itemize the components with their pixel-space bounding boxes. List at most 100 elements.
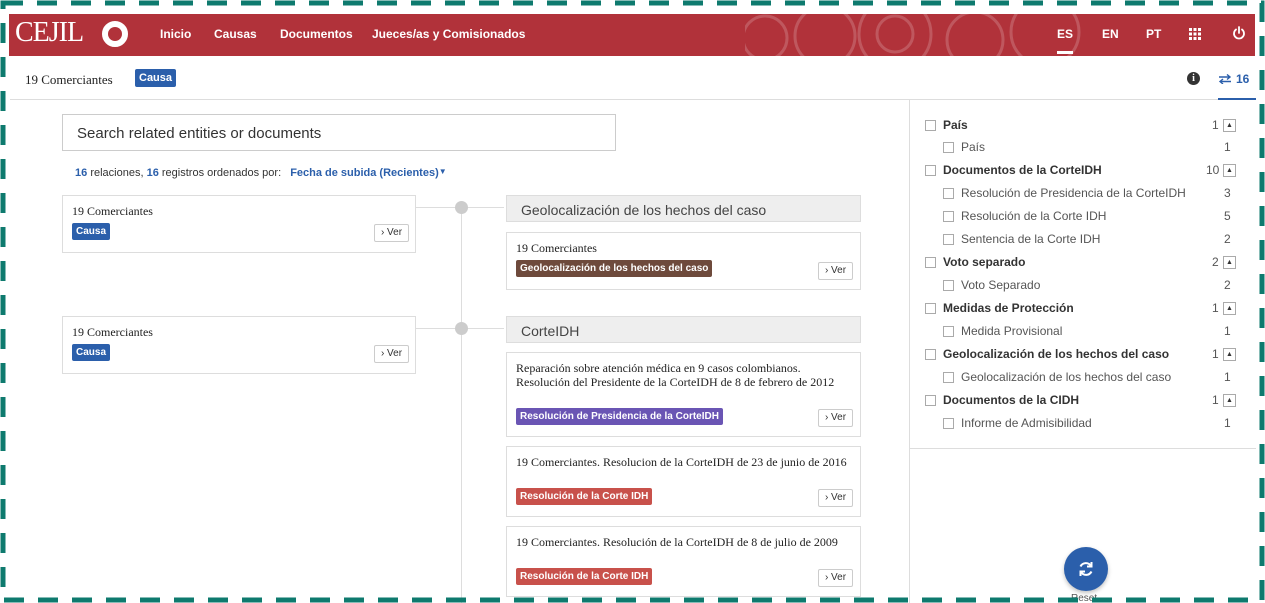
- filter-label: Resolución de la Corte IDH: [961, 209, 1107, 223]
- caret-down-icon: ▼: [438, 167, 447, 176]
- filter-count: 10: [1206, 163, 1220, 177]
- power-icon[interactable]: [1232, 26, 1246, 40]
- relations-main: Search related entities or documents 16 …: [10, 100, 909, 603]
- filter-checkbox[interactable]: [925, 349, 936, 360]
- filter-informe-admisibilidad[interactable]: Informe de Admisibilidad: [943, 416, 1203, 432]
- ver-label: Ver: [831, 492, 847, 503]
- filter-resolucion-corte[interactable]: Resolución de la Corte IDH: [943, 209, 1203, 225]
- filter-sentencia[interactable]: Sentencia de la Corte IDH: [943, 232, 1203, 248]
- nav-documentos[interactable]: Documentos: [280, 27, 353, 41]
- filter-checkbox[interactable]: [925, 303, 936, 314]
- card-title: 19 Comerciantes. Resolucion de la CorteI…: [516, 455, 847, 469]
- filter-label: Voto Separado: [961, 278, 1041, 292]
- filter-count: 1: [1212, 393, 1219, 407]
- ver-button[interactable]: › Ver: [374, 224, 409, 242]
- causa-tag: Causa: [72, 223, 111, 240]
- filter-voto-separado-child[interactable]: Voto Separado: [943, 278, 1203, 294]
- document-type-tag: Geolocalización de los hechos del caso: [516, 260, 713, 277]
- filter-documentos-corteidh[interactable]: Documentos de la CorteIDH: [925, 163, 1225, 179]
- filter-geolocalizacion-child[interactable]: Geolocalización de los hechos del caso: [943, 370, 1203, 386]
- card-title: 19 Comerciantes: [72, 325, 153, 339]
- filter-checkbox[interactable]: [943, 280, 954, 291]
- filter-checkbox[interactable]: [943, 372, 954, 383]
- reset-button[interactable]: [1064, 547, 1108, 591]
- filter-count: 5: [1224, 209, 1231, 223]
- collapse-toggle-icon[interactable]: ▲: [1223, 119, 1236, 132]
- ver-button[interactable]: › Ver: [374, 345, 409, 363]
- lang-pt[interactable]: PT: [1146, 27, 1161, 41]
- filter-checkbox[interactable]: [925, 395, 936, 406]
- connector-trunk: [461, 207, 462, 603]
- logo-seal-icon: [102, 21, 128, 47]
- document-card: 19 Comerciantes. Resolución de la CorteI…: [506, 526, 861, 597]
- filter-medida-provisional[interactable]: Medida Provisional: [943, 324, 1203, 340]
- sort-dropdown[interactable]: Fecha de subida (Recientes)▼: [290, 167, 446, 179]
- filter-label: País: [943, 118, 968, 132]
- collapse-toggle-icon[interactable]: ▲: [1223, 256, 1236, 269]
- filter-count: 1: [1212, 301, 1219, 315]
- filter-count: 1: [1212, 347, 1219, 361]
- document-card: 19 Comerciantes Geolocalización de los h…: [506, 232, 861, 290]
- filter-label: Informe de Admisibilidad: [961, 416, 1092, 430]
- collapse-toggle-icon[interactable]: ▲: [1223, 348, 1236, 361]
- ver-button[interactable]: › Ver: [818, 489, 853, 507]
- sort-value: Fecha de subida (Recientes): [290, 167, 439, 179]
- group-header-corteidh: CorteIDH: [506, 316, 861, 343]
- ver-label: Ver: [831, 412, 847, 423]
- filter-medidas-proteccion[interactable]: Medidas de Protección: [925, 301, 1225, 317]
- nav-inicio[interactable]: Inicio: [160, 27, 191, 41]
- document-type-tag: Resolución de la Corte IDH: [516, 568, 653, 585]
- relations-tab[interactable]: 16: [1218, 58, 1256, 100]
- collapse-toggle-icon[interactable]: ▲: [1223, 302, 1236, 315]
- swap-arrows-icon: [1218, 74, 1232, 84]
- filter-pais[interactable]: País: [925, 118, 1225, 134]
- document-type-tag: Resolución de Presidencia de la CorteIDH: [516, 408, 723, 425]
- filter-pais-child[interactable]: País: [943, 140, 1203, 156]
- reset-label: Reset: [1071, 593, 1098, 603]
- filter-checkbox[interactable]: [943, 234, 954, 245]
- collapse-toggle-icon[interactable]: ▲: [1223, 164, 1236, 177]
- filter-documentos-cidh[interactable]: Documentos de la CIDH: [925, 393, 1225, 409]
- filter-label: Geolocalización de los hechos del caso: [961, 370, 1172, 384]
- cejil-logo[interactable]: CEJIL: [15, 17, 84, 49]
- filter-count: 1: [1224, 416, 1231, 430]
- filter-count: 1: [1224, 370, 1231, 384]
- filter-label: Resolución de Presidencia de la CorteIDH: [961, 186, 1186, 200]
- page-title: 19 Comerciantes: [25, 72, 113, 87]
- search-input[interactable]: Search related entities or documents: [62, 114, 616, 151]
- card-title: 19 Comerciantes. Resolución de la CorteI…: [516, 535, 838, 549]
- apps-grid-icon[interactable]: [1189, 28, 1201, 40]
- entity-header: 19 Comerciantes Causa i 16: [10, 58, 1256, 100]
- lang-es[interactable]: ES: [1057, 27, 1074, 54]
- filter-checkbox[interactable]: [943, 418, 954, 429]
- causa-badge: Causa: [135, 69, 177, 87]
- card-title: Reparación sobre atención médica en 9 ca…: [516, 361, 835, 389]
- filter-count: 1: [1224, 324, 1231, 338]
- filter-checkbox[interactable]: [943, 326, 954, 337]
- filter-count: 2: [1224, 232, 1231, 246]
- filter-voto-separado[interactable]: Voto separado: [925, 255, 1225, 271]
- lang-en[interactable]: EN: [1102, 27, 1119, 41]
- nav-jueces[interactable]: Jueces/as y Comisionados: [372, 27, 525, 41]
- ver-button[interactable]: › Ver: [818, 569, 853, 587]
- ver-button[interactable]: › Ver: [818, 262, 853, 280]
- filter-label: Documentos de la CorteIDH: [943, 163, 1102, 177]
- filter-checkbox[interactable]: [925, 257, 936, 268]
- document-card: Reparación sobre atención médica en 9 ca…: [506, 352, 861, 437]
- ver-button[interactable]: › Ver: [818, 409, 853, 427]
- card-title: 19 Comerciantes: [516, 241, 597, 255]
- filter-checkbox[interactable]: [925, 120, 936, 131]
- filter-checkbox[interactable]: [943, 188, 954, 199]
- filter-geolocalizacion[interactable]: Geolocalización de los hechos del caso: [925, 347, 1225, 363]
- results-summary: 16 relaciones, 16 registros ordenados po…: [75, 167, 447, 179]
- filter-checkbox[interactable]: [943, 211, 954, 222]
- filter-label: Geolocalización de los hechos del caso: [943, 347, 1170, 361]
- filter-checkbox[interactable]: [943, 142, 954, 153]
- nav-causas[interactable]: Causas: [214, 27, 257, 41]
- collapse-toggle-icon[interactable]: ▲: [1223, 394, 1236, 407]
- info-icon[interactable]: i: [1187, 72, 1200, 85]
- filter-resolucion-presidencia[interactable]: Resolución de Presidencia de la CorteIDH: [943, 186, 1203, 202]
- filter-checkbox[interactable]: [925, 165, 936, 176]
- relations-count-value: 16: [75, 167, 88, 179]
- filter-label: Sentencia de la Corte IDH: [961, 232, 1101, 246]
